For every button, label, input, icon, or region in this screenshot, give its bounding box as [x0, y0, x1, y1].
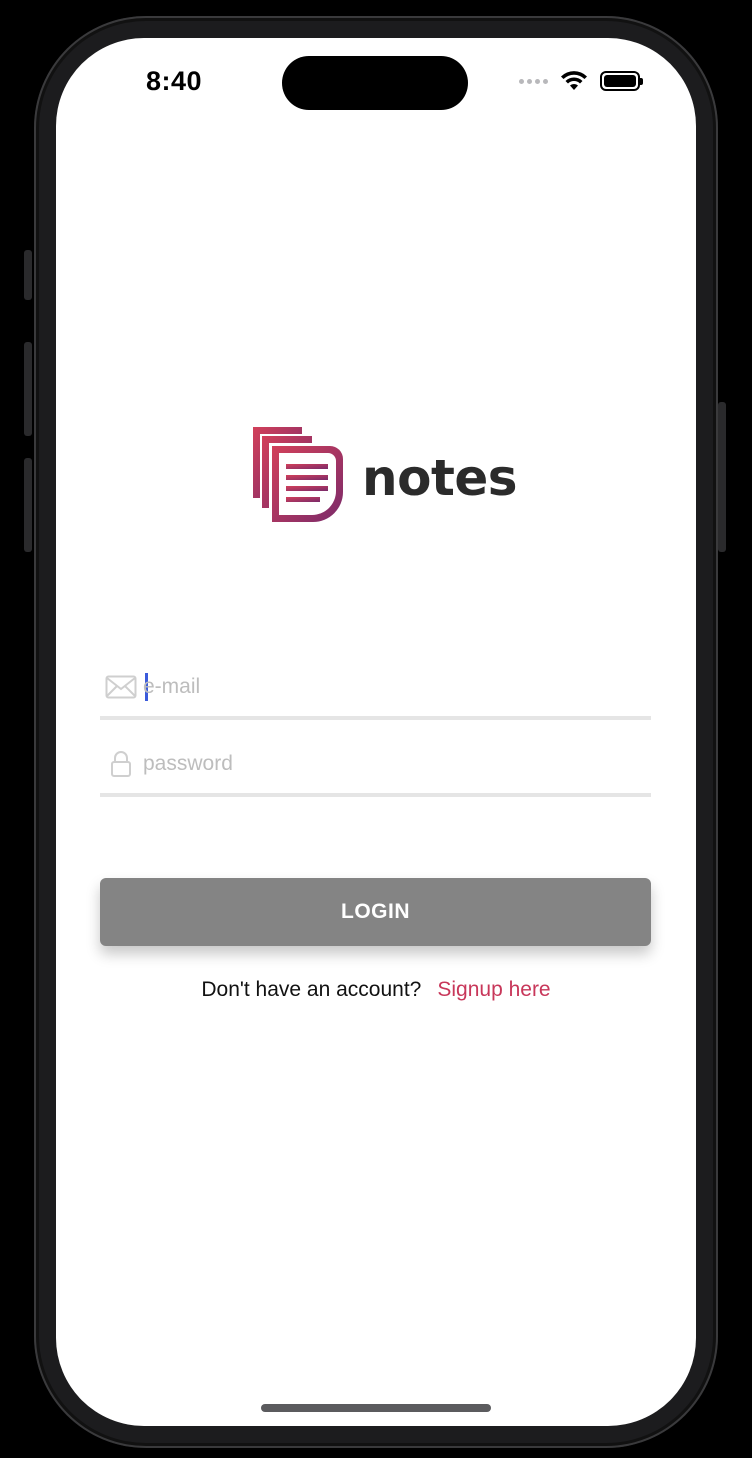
- email-field[interactable]: [100, 658, 651, 720]
- status-time: 8:40: [146, 66, 203, 96]
- app-screen: 8:40 notes e-mail LOGIN Don't have an ac…: [56, 38, 696, 1426]
- email-input[interactable]: [143, 667, 623, 707]
- app-name: notes: [362, 449, 518, 507]
- home-indicator[interactable]: [261, 1404, 491, 1412]
- mail-icon: [103, 669, 139, 705]
- power-button: [718, 402, 726, 552]
- password-input[interactable]: [143, 744, 623, 784]
- notes-logo-icon: [253, 427, 343, 522]
- login-button[interactable]: LOGIN: [100, 878, 651, 946]
- password-field[interactable]: [100, 735, 651, 797]
- volume-up-button: [24, 342, 32, 436]
- lock-icon: [103, 746, 139, 782]
- battery-icon: [600, 71, 643, 91]
- status-icons: [519, 70, 643, 92]
- cellular-signal-icon: [519, 78, 548, 84]
- signup-prompt: Don't have an account? Signup here: [56, 978, 696, 1002]
- signup-link[interactable]: Signup here: [437, 978, 550, 1001]
- volume-down-button: [24, 458, 32, 552]
- app-logo: notes: [250, 424, 518, 526]
- wifi-icon: [561, 71, 587, 90]
- dynamic-island: [282, 56, 468, 110]
- signup-question: Don't have an account?: [201, 978, 422, 1001]
- action-button: [24, 250, 32, 300]
